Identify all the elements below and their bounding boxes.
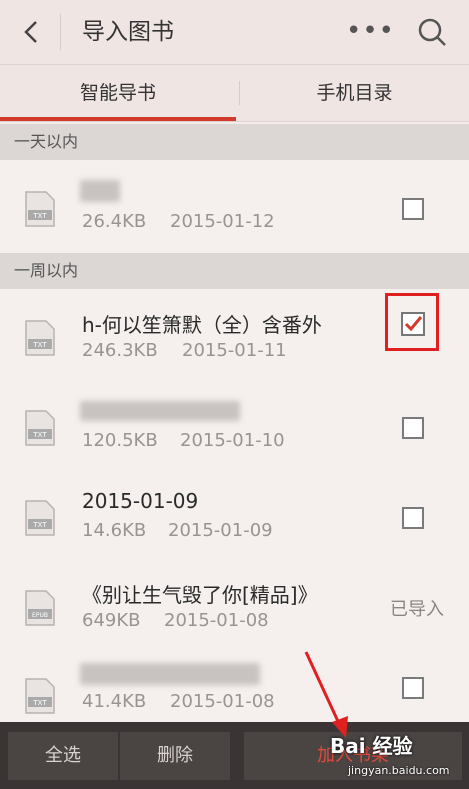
file-name: 《别让生气毁了你[精品]》 <box>82 583 318 607</box>
imported-status: 已导入 <box>390 599 444 620</box>
search-icon[interactable] <box>414 12 450 52</box>
file-size: 649KB <box>82 610 141 631</box>
file-type-label: TXT <box>32 341 47 349</box>
tab-bar: 智能导书 手机目录 <box>0 65 469 122</box>
txt-file-icon: TXT <box>25 678 55 714</box>
epub-file-icon: EPUB <box>25 590 55 626</box>
annotation-arrow-icon <box>304 651 348 738</box>
select-checkbox[interactable] <box>402 677 424 699</box>
file-size: 120.5KB <box>82 430 158 451</box>
file-type-label: EPUB <box>32 612 48 619</box>
select-checkbox[interactable] <box>402 417 424 439</box>
annotation-highlight-box <box>385 293 439 351</box>
page-title: 导入图书 <box>82 19 174 45</box>
file-date: 2015-01-11 <box>182 340 287 361</box>
select-checkbox[interactable] <box>402 198 424 220</box>
file-row[interactable]: EPUB 《别让生气毁了你[精品]》 649KB 2015-01-08 已导入 <box>0 559 469 658</box>
section-title: 一天以内 <box>14 132 79 151</box>
blurred-file-name <box>80 180 120 202</box>
file-type-label: TXT <box>32 699 47 707</box>
file-type-label: TXT <box>32 212 47 220</box>
blurred-file-name <box>80 401 240 421</box>
blurred-file-name <box>80 663 260 685</box>
delete-button[interactable]: 删除 <box>120 732 230 780</box>
txt-file-icon: TXT <box>25 410 55 446</box>
file-row[interactable]: TXT 26.4KB 2015-01-12 <box>0 160 469 259</box>
file-date: 2015-01-09 <box>168 520 273 541</box>
select-all-button[interactable]: 全选 <box>8 732 118 780</box>
back-arrow-icon[interactable] <box>18 14 46 50</box>
file-size: 246.3KB <box>82 340 158 361</box>
section-title: 一周以内 <box>14 261 79 280</box>
file-date: 2015-01-12 <box>170 211 275 232</box>
baidu-watermark: Bai 经验 <box>330 734 413 758</box>
txt-file-icon: TXT <box>25 320 55 356</box>
file-row[interactable]: TXT 2015-01-09 14.6KB 2015-01-09 <box>0 469 469 568</box>
file-row[interactable]: TXT 41.4KB 2015-01-08 <box>0 649 469 723</box>
header-divider <box>60 14 61 50</box>
more-options-icon[interactable]: ••• <box>346 14 394 50</box>
file-name: 2015-01-09 <box>82 489 199 513</box>
tab-smart-import[interactable]: 智能导书 <box>0 65 236 121</box>
txt-file-icon: TXT <box>25 500 55 536</box>
txt-file-icon: TXT <box>25 191 55 227</box>
file-name: h-何以笙箫默（全）含番外 <box>82 313 322 337</box>
select-checkbox[interactable] <box>402 507 424 529</box>
file-type-label: TXT <box>32 431 47 439</box>
tab-phone-directory[interactable]: 手机目录 <box>240 65 469 121</box>
section-header-today: 一天以内 <box>0 124 469 160</box>
file-type-label: TXT <box>32 521 47 529</box>
section-header-week: 一周以内 <box>0 253 469 289</box>
file-size: 14.6KB <box>82 520 147 541</box>
file-size: 41.4KB <box>82 691 147 712</box>
watermark-url: jingyan.baidu.com <box>348 764 450 777</box>
file-size: 26.4KB <box>82 211 147 232</box>
active-tab-indicator <box>0 117 236 121</box>
top-bar: 导入图书 ••• <box>0 0 469 65</box>
file-date: 2015-01-10 <box>180 430 285 451</box>
file-date: 2015-01-08 <box>170 691 275 712</box>
file-row[interactable]: TXT 120.5KB 2015-01-10 <box>0 379 469 478</box>
file-date: 2015-01-08 <box>164 610 269 631</box>
